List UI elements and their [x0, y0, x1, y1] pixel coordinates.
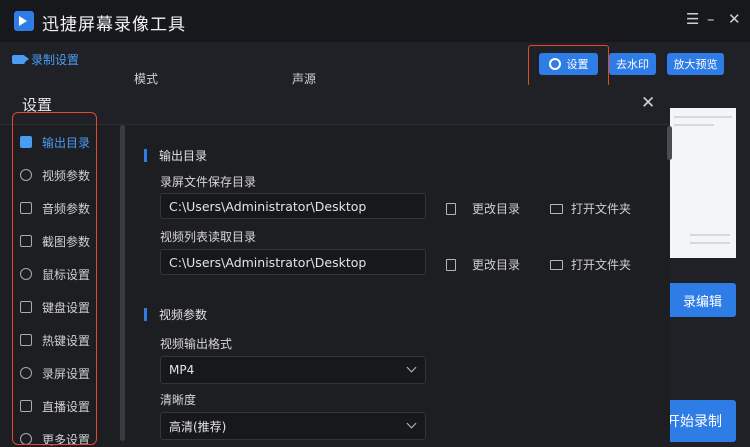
- folder-open-icon: [550, 203, 563, 214]
- open-folder-label: 打开文件夹: [571, 202, 632, 216]
- section-title: 视频参数: [159, 308, 208, 322]
- change-dir-label: 更改目录: [472, 258, 521, 272]
- tab-record-settings-label: 录制设置: [31, 53, 80, 67]
- preview-thumbnail: [670, 108, 736, 258]
- section-output-dir: 输出目录: [144, 147, 207, 164]
- save-dir-field[interactable]: C:\Users\Administrator\Desktop: [160, 193, 426, 219]
- camera-icon: [12, 55, 29, 64]
- settings-content: 输出目录 录屏文件保存目录 C:\Users\Administrator\Des…: [126, 127, 664, 447]
- list-dir-label: 视频列表读取目录: [160, 230, 257, 244]
- nav-highlight-box: [12, 112, 97, 445]
- open-folder-label: 打开文件夹: [571, 258, 632, 272]
- clarity-select[interactable]: 高清(推荐): [160, 412, 426, 440]
- open-list-folder-button[interactable]: 打开文件夹: [550, 256, 631, 273]
- save-dir-label: 录屏文件保存目录: [160, 175, 257, 189]
- sidebar-scrollbar[interactable]: [120, 125, 125, 441]
- video-format-label: 视频输出格式: [160, 337, 233, 351]
- change-list-dir-button[interactable]: 更改目录: [446, 256, 520, 273]
- minimize-icon[interactable]: –: [707, 10, 715, 28]
- change-dir-label: 更改目录: [472, 202, 521, 216]
- dialog-close-icon[interactable]: ✕: [641, 93, 655, 113]
- app-logo-icon: [14, 11, 34, 31]
- remove-watermark-button[interactable]: 去水印: [609, 53, 656, 75]
- dialog-header: 设置 ✕: [0, 85, 670, 125]
- video-format-value: MP4: [169, 363, 195, 377]
- app-title: 迅捷屏幕录像工具: [42, 15, 186, 35]
- section-title: 输出目录: [159, 149, 208, 163]
- title-bar: 迅捷屏幕录像工具 ☰ – ✕: [0, 0, 750, 42]
- content-scrollbar[interactable]: [667, 126, 672, 160]
- list-dir-field[interactable]: C:\Users\Administrator\Desktop: [160, 249, 426, 275]
- folder-open-icon: [550, 259, 563, 270]
- app-window: 迅捷屏幕录像工具 ☰ – ✕ 录制设置 模式 声源 设置 去水印 放大预览 录编…: [0, 0, 750, 447]
- tab-record-settings[interactable]: 录制设置: [12, 51, 79, 68]
- close-window-icon[interactable]: ✕: [728, 10, 741, 28]
- menu-icon[interactable]: ☰: [686, 10, 699, 28]
- change-save-dir-button[interactable]: 更改目录: [446, 200, 520, 217]
- clarity-label: 清晰度: [160, 393, 197, 407]
- record-edit-button[interactable]: 录编辑: [664, 283, 736, 317]
- settings-highlight-box: [528, 45, 609, 87]
- settings-dialog: 设置 ✕ 输出目录 视频参数 音频参数 截图参数 鼠标设置 键盘设置 热键设置 …: [0, 85, 670, 447]
- chevron-down-icon: [406, 418, 417, 429]
- video-format-select[interactable]: MP4: [160, 356, 426, 384]
- chevron-down-icon: [406, 362, 417, 373]
- document-icon: [446, 258, 456, 271]
- document-icon: [446, 202, 456, 215]
- zoom-preview-button[interactable]: 放大预览: [667, 53, 724, 75]
- section-video-params: 视频参数: [144, 306, 207, 323]
- open-save-folder-button[interactable]: 打开文件夹: [550, 200, 631, 217]
- clarity-value: 高清(推荐): [169, 419, 227, 434]
